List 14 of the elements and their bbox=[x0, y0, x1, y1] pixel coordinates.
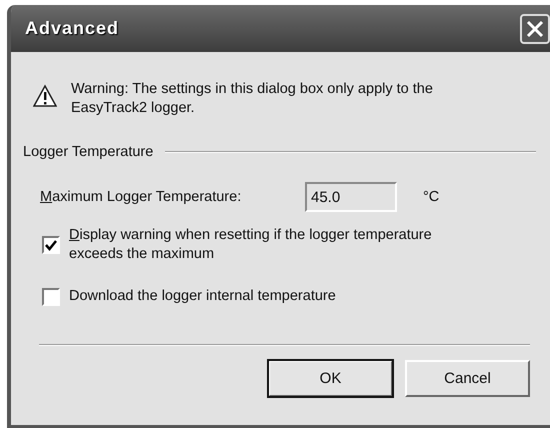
field-label: Maximum Logger Temperature: bbox=[40, 189, 242, 205]
warning-message: Warning: The settings in this dialog box only apply to the EasyTrack2 logger. bbox=[71, 80, 434, 118]
window-title: Advanced bbox=[25, 18, 120, 39]
warning-icon bbox=[33, 84, 57, 108]
unit-label: °C bbox=[423, 189, 440, 205]
close-icon bbox=[526, 20, 544, 38]
checkbox-label: Download the logger internal temperature bbox=[69, 287, 337, 306]
dialog-button[interactable]: Cancel bbox=[405, 360, 530, 397]
checkbox[interactable] bbox=[42, 288, 60, 306]
checkbox[interactable] bbox=[42, 236, 60, 254]
close-button[interactable] bbox=[520, 14, 550, 44]
checkbox-label: Display warning when resetting if the logger temperature exceeds the maximum bbox=[69, 226, 433, 264]
dialog-button[interactable]: OK bbox=[268, 360, 393, 397]
group-title: Logger Temperature bbox=[23, 144, 154, 160]
